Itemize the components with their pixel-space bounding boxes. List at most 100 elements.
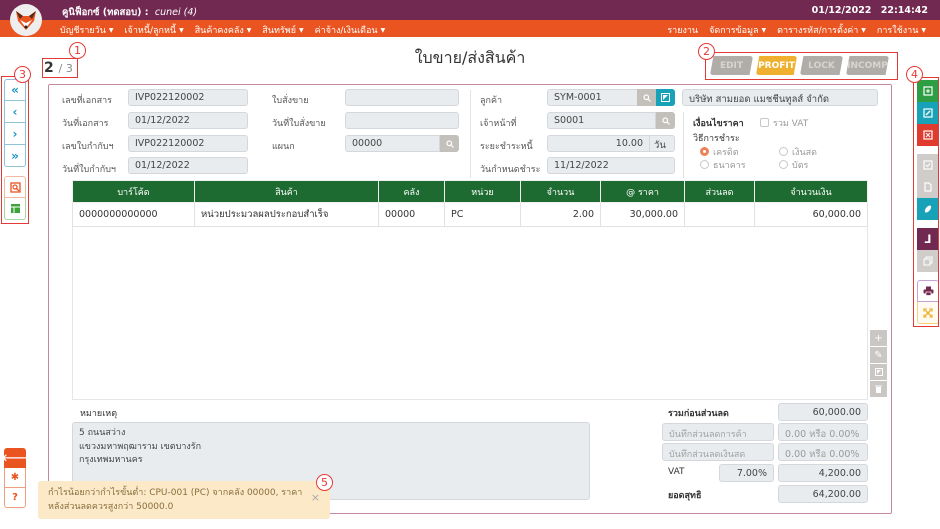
help-button[interactable]: ? <box>4 488 26 508</box>
annotation-box-2 <box>705 52 898 80</box>
menu-payroll[interactable]: ค่าจ้าง/เงินเดือน ▼ <box>315 23 386 37</box>
payment-bank-radio[interactable]: ธนาคาร <box>700 158 746 172</box>
open-row-button[interactable] <box>870 364 887 380</box>
doc-no-field[interactable]: IVP022120002 <box>128 89 248 106</box>
payment-card-radio[interactable]: บัตร <box>779 158 808 172</box>
net-total-label: ยอดสุทธิ <box>668 491 702 501</box>
vat-rate-field[interactable]: 7.00% <box>719 464 774 482</box>
department-field[interactable]: 00000 <box>345 135 440 152</box>
vat-label: VAT <box>668 467 685 477</box>
doc-no-label: เลขที่เอกสาร <box>62 96 112 106</box>
table-row[interactable]: 0000000000000 หน่วยประมวลผลประกอบสำเร็จ … <box>72 202 868 227</box>
divider <box>683 112 684 178</box>
delete-row-button[interactable] <box>870 381 887 397</box>
doc-date-label: วันที่เอกสาร <box>62 119 109 129</box>
cell-quantity[interactable]: 2.00 <box>520 202 601 227</box>
menu-reports[interactable]: รายงาน <box>667 23 698 37</box>
customer-open-button[interactable] <box>656 89 675 106</box>
cell-price[interactable]: 30,000.00 <box>600 202 685 227</box>
menu-assets[interactable]: สินทรัพย์ ▼ <box>262 23 303 37</box>
add-row-button[interactable]: + <box>870 330 887 346</box>
customer-code-field[interactable]: SYM-0001 <box>547 89 638 106</box>
line-items-table: บาร์โค้ด สินค้า คลัง หน่วย จำนวน @ ราคา … <box>72 180 868 227</box>
fox-logo-icon[interactable] <box>10 4 42 36</box>
menu-code-settings[interactable]: ตารางรหัส/การตั้งค่า ▼ <box>777 23 866 37</box>
tax-invoice-no-field[interactable]: IVP022120002 <box>128 135 248 152</box>
menu-usage[interactable]: การใช้งาน ▼ <box>877 23 926 37</box>
divider <box>470 90 471 178</box>
cell-discount[interactable] <box>684 202 755 227</box>
open-record-icon <box>874 368 883 376</box>
toast-message-line-2: หลังส่วนลดควรสูงกว่า 50000.0 <box>48 502 174 513</box>
cash-discount-button[interactable]: บันทึกส่วนลดเงินสด <box>662 443 774 461</box>
credit-term-field[interactable]: 10.00 <box>547 135 650 152</box>
warning-toast: กำไรน้อยกว่ากำไรขั้นต่ำ: CPU-001 (PC) จา… <box>38 481 330 519</box>
utility-buttons: 🡐 ✱ ? <box>1 448 29 508</box>
open-record-icon <box>661 93 670 102</box>
cell-warehouse[interactable]: 00000 <box>378 202 445 227</box>
notes-label: หมายเหตุ <box>80 409 118 419</box>
column-header-price[interactable]: @ ราคา <box>600 180 685 203</box>
payment-credit-radio[interactable]: เครดิต <box>700 145 739 159</box>
column-header-warehouse[interactable]: คลัง <box>378 180 445 203</box>
customer-name-field[interactable]: บริษัท สามยอด แมชชีนทูลส์ จำกัด <box>682 89 878 106</box>
payment-cash-radio[interactable]: เงินสด <box>779 145 817 159</box>
user-name: cunei (4) <box>154 7 198 18</box>
column-header-discount[interactable]: ส่วนลด <box>684 180 755 203</box>
trade-discount-field[interactable]: 0.00 หรือ 0.00% <box>778 423 868 441</box>
payment-method-label: วิธีการชำระ <box>693 134 740 144</box>
credit-term-unit: วัน <box>649 135 675 152</box>
annotation-box-3 <box>1 76 29 224</box>
include-vat-checkbox[interactable]: รวม VAT <box>760 116 808 130</box>
edit-row-button[interactable]: ✎ <box>870 347 887 363</box>
annotation-marker-2: 2 <box>698 43 715 60</box>
cash-discount-field[interactable]: 0.00 หรือ 0.00% <box>778 443 868 461</box>
toast-message-line-1: กำไรน้อยกว่ากำไรขั้นต่ำ: CPU-001 (PC) จา… <box>48 488 303 498</box>
cell-barcode[interactable]: 0000000000000 <box>72 202 195 227</box>
customer-search-button[interactable] <box>637 89 656 106</box>
menu-inventory[interactable]: สินค้าคงคลัง ▼ <box>195 23 252 37</box>
tax-invoice-no-label: เลขใบกำกับฯ <box>62 142 114 152</box>
menu-payable-receivable[interactable]: เจ้าหนี้/ลูกหนี้ ▼ <box>124 23 183 37</box>
cell-amount[interactable]: 60,000.00 <box>754 202 868 227</box>
clock: 01/12/2022 22:14:42 <box>811 5 928 16</box>
subtotal-label: รวมก่อนส่วนลด <box>668 409 729 419</box>
sales-order-date-label: วันที่ใบสั่งขาย <box>272 119 326 129</box>
menu-data-management[interactable]: จัดการข้อมูล ▼ <box>709 23 766 37</box>
price-condition-label: เงื่อนไขราคา <box>693 119 744 129</box>
cell-product[interactable]: หน่วยประมวลผลประกอบสำเร็จ <box>194 202 379 227</box>
pencil-icon: ✎ <box>874 349 883 361</box>
sales-order-date-field[interactable] <box>345 112 459 129</box>
question-icon: ? <box>12 492 18 503</box>
trade-discount-button[interactable]: บันทึกส่วนลดการค้า <box>662 423 774 441</box>
staff-field[interactable]: S0001 <box>547 112 656 129</box>
customer-label: ลูกค้า <box>480 96 503 106</box>
department-label: แผนก <box>272 142 295 152</box>
column-header-amount[interactable]: จำนวนเงิน <box>754 180 868 203</box>
checkbox-icon <box>760 118 769 127</box>
column-header-unit[interactable]: หน่วย <box>444 180 521 203</box>
cell-unit[interactable]: PC <box>444 202 521 227</box>
credit-term-label: ระยะชำระหนี้ <box>480 142 533 152</box>
column-header-barcode[interactable]: บาร์โค้ด <box>72 180 195 203</box>
column-header-product[interactable]: สินค้า <box>194 180 379 203</box>
department-search-button[interactable] <box>440 135 459 152</box>
tax-invoice-date-field[interactable]: 01/12/2022 <box>128 157 248 174</box>
search-icon <box>445 139 454 148</box>
main-menu: บัญชีรายวัน ▼ เจ้าหนี้/ลูกหนี้ ▼ สินค้าคงค… <box>0 20 940 37</box>
toast-close-button[interactable]: × <box>311 489 320 507</box>
due-date-field[interactable]: 11/12/2022 <box>547 157 675 174</box>
vat-amount-value: 4,200.00 <box>778 464 868 482</box>
staff-search-button[interactable] <box>656 112 675 129</box>
arrow-left-icon: 🡐 <box>1 453 29 464</box>
annotation-marker-5: 5 <box>316 474 333 491</box>
app-title: คูนิฟ็อกซ์ (ทดสอบ) : cunei (4) <box>62 7 198 18</box>
pin-button[interactable]: ✱ <box>4 468 26 488</box>
row-tools: + ✎ <box>870 330 887 398</box>
menu-daily-journal[interactable]: บัญชีรายวัน ▼ <box>60 23 113 37</box>
sales-order-field[interactable] <box>345 89 459 106</box>
pin-icon: ✱ <box>10 472 20 483</box>
back-button[interactable]: 🡐 <box>1 448 29 468</box>
column-header-quantity[interactable]: จำนวน <box>520 180 601 203</box>
doc-date-field[interactable]: 01/12/2022 <box>128 112 248 129</box>
